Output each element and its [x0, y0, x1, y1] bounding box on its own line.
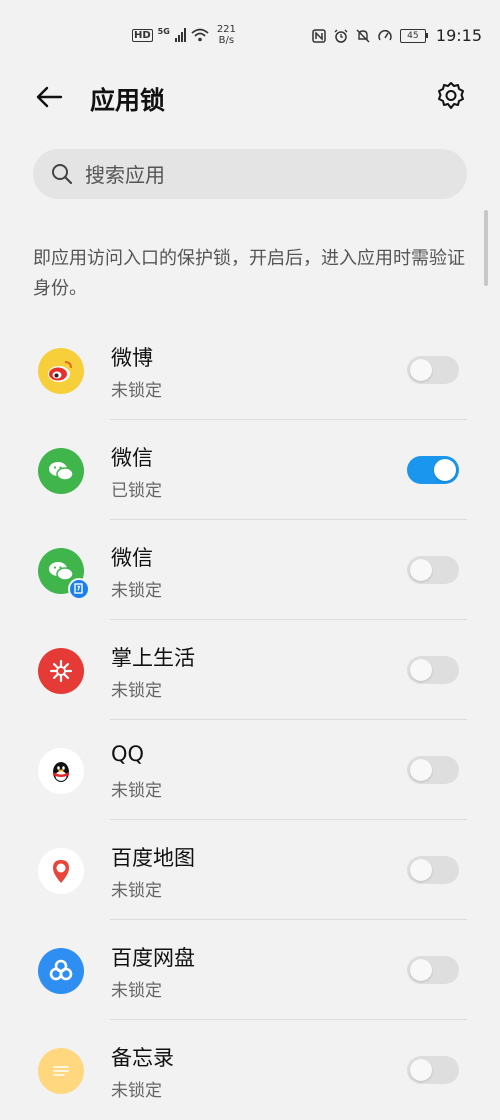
app-name: 百度地图: [111, 846, 195, 870]
list-item[interactable]: QQ 未锁定: [0, 720, 500, 820]
lock-toggle[interactable]: [407, 956, 459, 984]
back-button[interactable]: [34, 82, 64, 112]
list-item[interactable]: 百度地图 未锁定: [0, 820, 500, 920]
lock-status: 已锁定: [111, 481, 162, 501]
lock-status: 未锁定: [111, 1081, 162, 1101]
baidu-netdisk-icon: [38, 948, 84, 994]
list-item[interactable]: 微博 未锁定: [0, 320, 500, 420]
clock: 19:15: [435, 26, 482, 45]
lock-toggle[interactable]: [407, 356, 459, 384]
hd-indicator: HD: [132, 28, 153, 42]
list-item[interactable]: 掌上生活 未锁定: [0, 620, 500, 720]
qq-icon: [38, 748, 84, 794]
alarm-icon: [334, 29, 348, 43]
list-item[interactable]: 微信 未锁定: [0, 520, 500, 620]
description-text: 即应用访问入口的保护锁，开启后，进入应用时需验证身份。: [33, 248, 465, 299]
lock-toggle[interactable]: [407, 456, 459, 484]
weibo-icon: [38, 348, 84, 394]
list-item[interactable]: 百度网盘 未锁定: [0, 920, 500, 1020]
battery-level: 45: [399, 28, 426, 43]
lock-toggle[interactable]: [407, 1056, 459, 1084]
settings-button[interactable]: [435, 80, 467, 112]
zhangshang-shenghuo-icon: [38, 648, 84, 694]
network-speed: 221 B/s: [217, 24, 236, 46]
search-bar[interactable]: [33, 149, 467, 201]
app-name: 微信: [111, 546, 153, 570]
signal-icon: [174, 28, 186, 42]
app-bar: 应用锁: [0, 70, 500, 126]
status-bar-right: 45 19:15: [312, 26, 482, 45]
lock-status: 未锁定: [111, 781, 162, 801]
network-type: 5G: [157, 26, 170, 36]
speed-unit: B/s: [218, 35, 235, 46]
scrollbar[interactable]: [484, 210, 488, 286]
lock-toggle[interactable]: [407, 856, 459, 884]
list-item[interactable]: 备忘录 未锁定: [0, 1020, 500, 1120]
mute-bell-icon: [356, 29, 370, 43]
lock-toggle[interactable]: [407, 656, 459, 684]
app-name: 微博: [111, 346, 153, 370]
app-name: QQ: [111, 742, 145, 766]
nfc-icon: [312, 28, 326, 43]
notes-icon: [38, 1048, 84, 1094]
lock-status: 未锁定: [111, 681, 162, 701]
status-bar-left: HD 5G 221 B/s: [132, 24, 236, 46]
speed-value: 221: [216, 24, 236, 35]
app-name: 掌上生活: [111, 646, 195, 670]
app-name: 备忘录: [111, 1046, 174, 1070]
lock-toggle[interactable]: [407, 756, 459, 784]
lock-status: 未锁定: [111, 381, 162, 401]
clone-badge-icon: [68, 578, 90, 600]
wifi-icon: [191, 28, 209, 42]
lock-toggle[interactable]: [407, 556, 459, 584]
wechat-icon: [38, 448, 84, 494]
app-name: 百度网盘: [111, 946, 195, 970]
gear-icon: [438, 82, 464, 109]
search-icon: [52, 164, 73, 185]
lock-status: 未锁定: [111, 981, 162, 1001]
app-list: 微博 未锁定 微信 已锁定 微信 未锁定 掌上生活 未锁定 QQ 未锁定 百度地…: [0, 320, 500, 1120]
list-item[interactable]: 微信 已锁定: [0, 420, 500, 520]
search-input[interactable]: [83, 149, 457, 201]
page-title: 应用锁: [90, 86, 166, 115]
baidu-map-icon: [38, 848, 84, 894]
lock-status: 未锁定: [111, 581, 162, 601]
speedometer-icon: [378, 29, 392, 43]
battery-icon: 45: [399, 28, 428, 43]
status-bar: HD 5G 221 B/s 45 19:15: [0, 0, 500, 70]
lock-status: 未锁定: [111, 881, 162, 901]
app-name: 微信: [111, 446, 153, 470]
back-arrow-icon: [36, 86, 63, 108]
